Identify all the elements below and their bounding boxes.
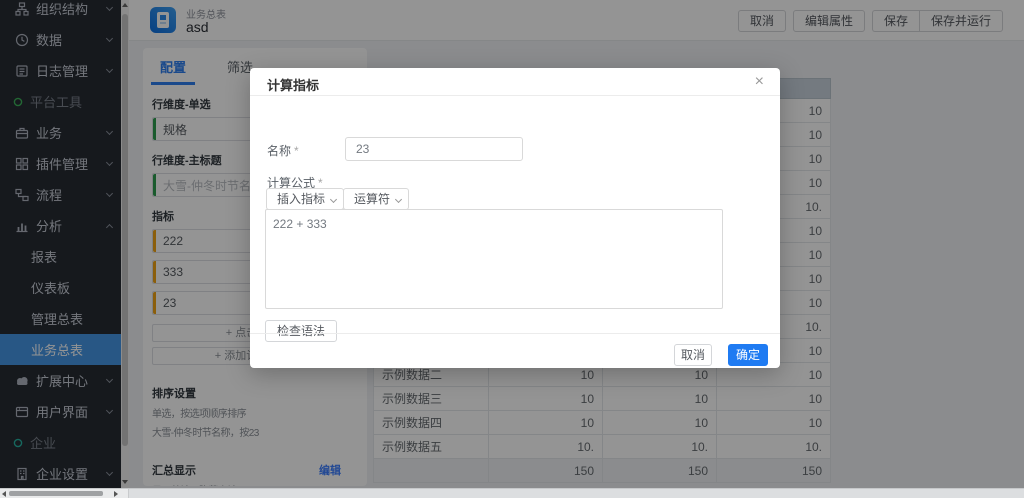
modal-header: 计算指标 × (250, 68, 780, 96)
scroll-right-arrow-icon[interactable] (114, 491, 118, 497)
scroll-left-arrow-icon[interactable] (2, 491, 6, 497)
name-label: 名称* (267, 142, 299, 159)
modal-footer: 取消 确定 (250, 333, 780, 368)
modal-cancel-button[interactable]: 取消 (674, 344, 712, 366)
name-input[interactable] (345, 137, 523, 161)
insert-metric-dropdown[interactable]: 插入指标 (266, 188, 344, 210)
horizontal-scrollbar[interactable] (0, 488, 1024, 498)
sidebar-horizontal-scroll-thumb[interactable] (9, 491, 103, 496)
sidebar-horizontal-scrollbar[interactable] (0, 489, 129, 498)
required-asterisk: * (294, 144, 299, 158)
operator-dropdown[interactable]: 运算符 (343, 188, 409, 210)
modal-title: 计算指标 (267, 75, 319, 94)
formula-textarea[interactable]: 222 + 333 (265, 209, 723, 309)
calc-metric-modal: 计算指标 × 名称* 计算公式* 插入指标 运算符 222 + 333 检查语法… (250, 68, 780, 368)
modal-ok-button[interactable]: 确定 (728, 344, 768, 366)
chevron-down-icon (330, 196, 337, 203)
close-icon[interactable]: × (755, 72, 764, 92)
chevron-down-icon (395, 196, 402, 203)
